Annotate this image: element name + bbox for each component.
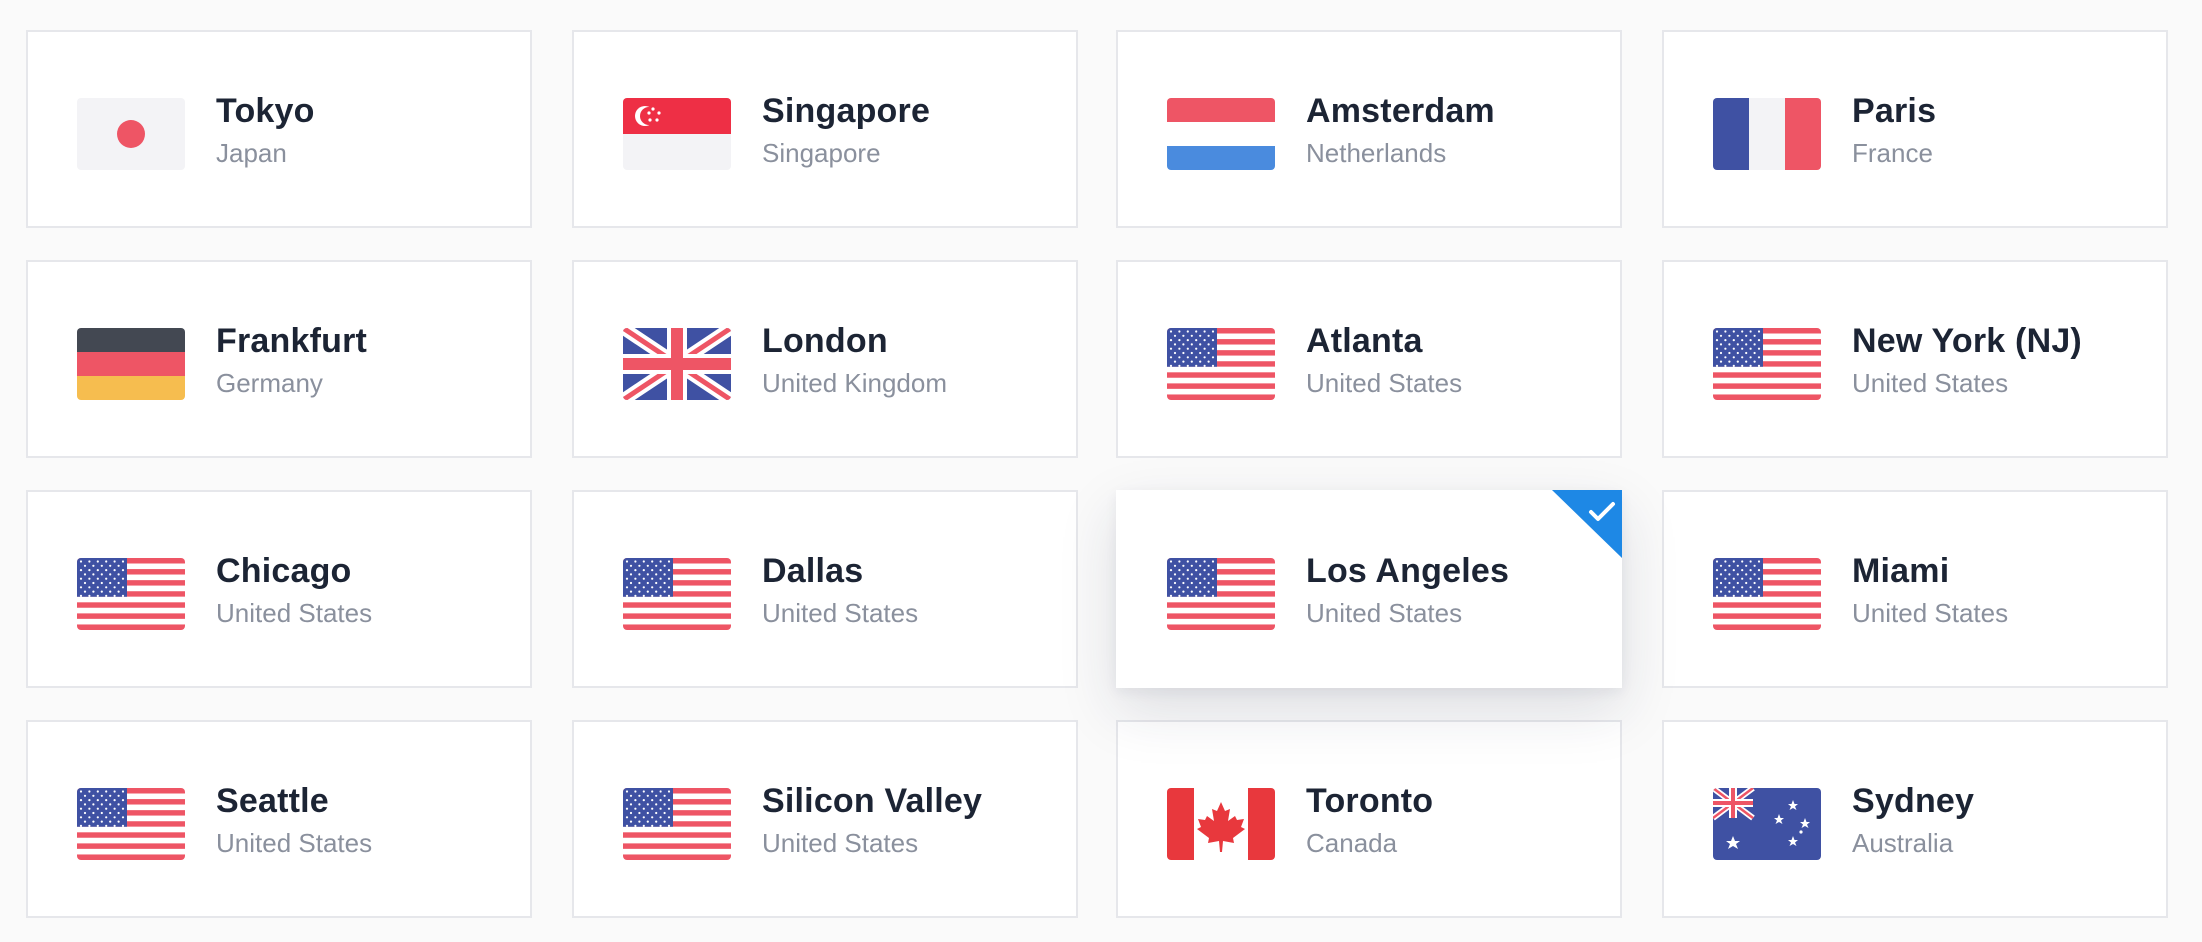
location-card-frankfurt[interactable]: Frankfurt Germany xyxy=(26,260,532,458)
country-name: United States xyxy=(1852,368,2009,398)
country-name: United States xyxy=(216,828,373,858)
country-name: United States xyxy=(762,828,919,858)
location-card-sydney[interactable]: Sydney Australia xyxy=(1662,720,2168,918)
location-card-tokyo[interactable]: Tokyo Japan xyxy=(26,30,532,228)
city-name: Frankfurt xyxy=(216,322,368,360)
location-card-toronto[interactable]: Toronto Canada xyxy=(1116,720,1622,918)
us-flag-icon xyxy=(1167,328,1275,400)
us-flag-icon xyxy=(77,788,185,860)
location-card-seattle[interactable]: Seattle United States xyxy=(26,720,532,918)
country-name: Japan xyxy=(216,138,287,168)
country-name: United States xyxy=(216,598,373,628)
location-card-new-york[interactable]: New York (NJ) United States xyxy=(1662,260,2168,458)
country-name: United States xyxy=(1306,368,1463,398)
location-card-paris[interactable]: Paris France xyxy=(1662,30,2168,228)
uk-flag-icon xyxy=(623,328,731,400)
us-flag-icon xyxy=(623,788,731,860)
country-name: Germany xyxy=(216,368,323,398)
location-card-amsterdam[interactable]: Amsterdam Netherlands xyxy=(1116,30,1622,228)
country-name: United States xyxy=(1306,598,1463,628)
location-card-miami[interactable]: Miami United States xyxy=(1662,490,2168,688)
city-name: Sydney xyxy=(1852,782,1975,820)
city-name: London xyxy=(762,322,888,360)
country-name: Netherlands xyxy=(1306,138,1447,168)
city-name: Tokyo xyxy=(216,92,315,130)
selected-badge xyxy=(1552,490,1622,558)
singapore-flag-icon xyxy=(623,98,731,170)
location-card-los-angeles[interactable]: Los Angeles United States xyxy=(1116,490,1622,688)
france-flag-icon xyxy=(1713,98,1821,170)
us-flag-icon xyxy=(77,558,185,630)
city-name: Atlanta xyxy=(1306,322,1423,360)
country-name: Canada xyxy=(1306,828,1398,858)
city-name: Miami xyxy=(1852,552,1950,590)
location-card-silicon-valley[interactable]: Silicon Valley United States xyxy=(572,720,1078,918)
city-name: Toronto xyxy=(1306,782,1434,820)
japan-flag-icon xyxy=(77,98,185,170)
city-name: Los Angeles xyxy=(1306,552,1510,590)
us-flag-icon xyxy=(1713,328,1821,400)
country-name: United Kingdom xyxy=(762,368,947,398)
us-flag-icon xyxy=(1713,558,1821,630)
australia-flag-icon xyxy=(1713,788,1821,860)
canada-flag-icon xyxy=(1167,788,1275,860)
city-name: Chicago xyxy=(216,552,352,590)
location-card-singapore[interactable]: Singapore Singapore xyxy=(572,30,1078,228)
location-card-atlanta[interactable]: Atlanta United States xyxy=(1116,260,1622,458)
us-flag-icon xyxy=(623,558,731,630)
city-name: Singapore xyxy=(762,92,931,130)
country-name: United States xyxy=(1852,598,2009,628)
us-flag-icon xyxy=(1167,558,1275,630)
country-name: France xyxy=(1852,138,1933,168)
netherlands-flag-icon xyxy=(1167,98,1275,170)
city-name: New York (NJ) xyxy=(1852,322,2082,360)
location-grid: Tokyo Japan Singapore Singapore Amsterda… xyxy=(0,0,2202,942)
city-name: Amsterdam xyxy=(1306,92,1495,130)
location-card-london[interactable]: London United Kingdom xyxy=(572,260,1078,458)
country-name: Australia xyxy=(1852,828,1954,858)
germany-flag-icon xyxy=(77,328,185,400)
location-card-dallas[interactable]: Dallas United States xyxy=(572,490,1078,688)
location-card-chicago[interactable]: Chicago United States xyxy=(26,490,532,688)
country-name: Singapore xyxy=(762,138,881,168)
city-name: Seattle xyxy=(216,782,329,820)
city-name: Dallas xyxy=(762,552,864,590)
city-name: Silicon Valley xyxy=(762,782,983,820)
country-name: United States xyxy=(762,598,919,628)
city-name: Paris xyxy=(1852,92,1937,130)
